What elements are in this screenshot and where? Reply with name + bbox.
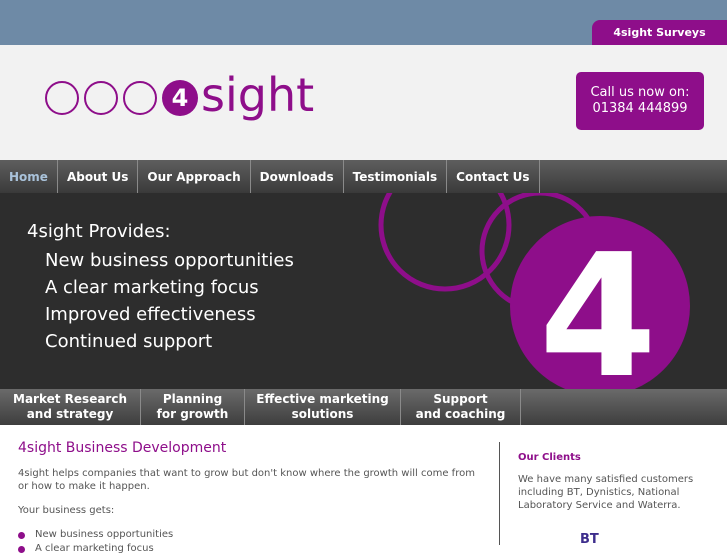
service-marketing-solutions[interactable]: Effective marketing solutions: [245, 389, 401, 425]
call-us-label: Call us now on:: [590, 85, 690, 100]
banner-list: New business opportunities A clear marke…: [45, 247, 294, 355]
banner-heading: 4sight Provides:: [27, 221, 171, 242]
nav-testimonials[interactable]: Testimonials: [344, 160, 448, 193]
banner-ring: [378, 193, 512, 292]
service-market-research[interactable]: Market Research and strategy: [0, 389, 141, 425]
phone-number: 01384 444899: [592, 101, 688, 116]
gets-label: Your business gets:: [18, 505, 115, 516]
service-line: Effective marketing: [256, 392, 389, 406]
logo-digit: 4: [162, 80, 198, 116]
service-planning[interactable]: Planning for growth: [141, 389, 245, 425]
benefits-list: New business opportunities A clear marke…: [18, 528, 483, 556]
logo-word: sight: [201, 68, 315, 122]
list-item-text: A clear marketing focus: [35, 543, 154, 554]
banner-digit: 4: [539, 218, 657, 389]
nav-our-approach[interactable]: Our Approach: [138, 160, 251, 193]
service-line: for growth: [156, 407, 229, 421]
nav-downloads[interactable]: Downloads: [251, 160, 344, 193]
logo-ring-icon: [84, 81, 118, 115]
list-item-text: New business opportunities: [35, 529, 174, 540]
banner-point: New business opportunities: [45, 250, 294, 271]
page-title: 4sight Business Development: [18, 440, 227, 456]
intro-text: 4sight helps companies that want to grow…: [18, 468, 475, 492]
main-nav: Home About Us Our Approach Downloads Tes…: [0, 160, 727, 193]
service-line: solutions: [291, 407, 354, 421]
nav-contact-us[interactable]: Contact Us: [447, 160, 540, 193]
clients-sidebar: Our Clients We have many satisfied custo…: [518, 452, 713, 512]
column-divider: [499, 442, 500, 545]
site-logo[interactable]: 4 sight: [45, 72, 314, 118]
call-us-box: Call us now on: 01384 444899: [576, 72, 704, 130]
banner-point: Improved effectiveness: [45, 304, 256, 325]
bullet-icon: [18, 531, 25, 539]
surveys-tab[interactable]: 4sight Surveys: [592, 20, 727, 45]
service-line: Support: [433, 392, 488, 406]
nav-about-us[interactable]: About Us: [58, 160, 139, 193]
logo-ring-icon: [123, 81, 157, 115]
list-item: New business opportunities: [18, 528, 483, 542]
bullet-icon: [18, 545, 25, 553]
nav-home[interactable]: Home: [0, 160, 58, 193]
sidebar-title: Our Clients: [518, 452, 581, 463]
service-line: Market Research: [13, 392, 127, 406]
service-line: Planning: [162, 392, 223, 406]
service-support[interactable]: Support and coaching: [401, 389, 521, 425]
logo-ring-icon: [45, 81, 79, 115]
services-nav: Market Research and strategy Planning for …: [0, 389, 727, 425]
service-line: and strategy: [26, 407, 114, 421]
hero-banner: 4 4sight Provides: New business opportun…: [0, 193, 727, 389]
banner-point: Continued support: [45, 331, 213, 352]
sidebar-text: We have many satisfied customers includi…: [518, 474, 694, 511]
service-line: and coaching: [415, 407, 506, 421]
banner-point: A clear marketing focus: [45, 277, 259, 298]
main-content: 4sight Business Development 4sight helps…: [18, 440, 483, 556]
list-item: A clear marketing focus: [18, 542, 483, 556]
